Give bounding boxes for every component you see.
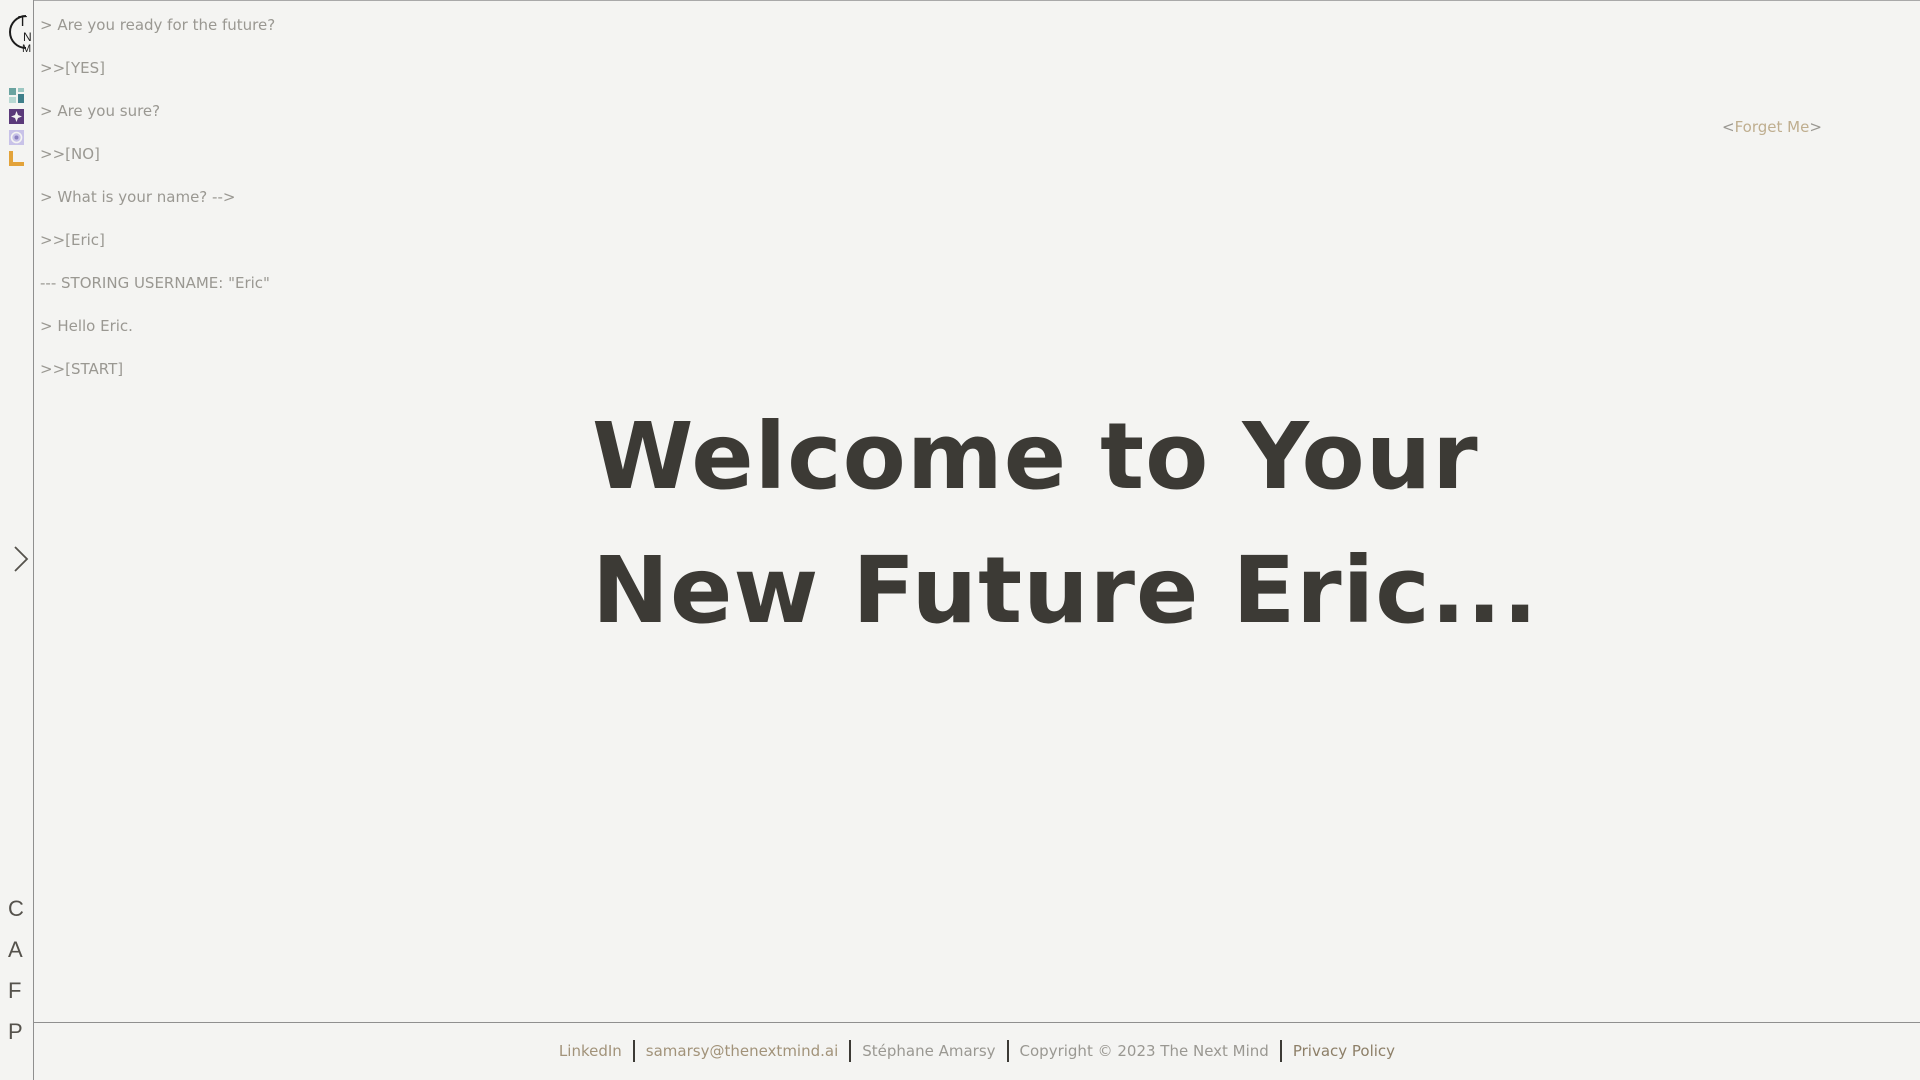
sidebar: T N M C A F P [0,0,34,1080]
footer: LinkedIn samarsy@thenextmind.ai Stéphane… [0,1040,1920,1062]
sparkle-app-icon[interactable] [9,109,24,124]
terminal-log: > Are you ready for the future? >>[YES] … [40,14,275,401]
footer-divider [34,1022,1920,1023]
author-name: Stéphane Amarsy [862,1042,996,1060]
chevron-right-icon[interactable] [12,544,30,574]
side-nav-c[interactable]: C [8,888,24,929]
terminal-line: > What is your name? --> [40,188,236,206]
side-nav-a[interactable]: A [8,929,24,970]
forget-me-open-bracket: < [1722,118,1735,136]
privacy-policy-link[interactable]: Privacy Policy [1282,1040,1406,1062]
forget-me-control: <Forget Me> [1722,118,1822,136]
page: T N M C A F P > Are you ready for the fu… [0,0,1920,1080]
top-divider [34,0,1920,1]
svg-text:M: M [22,43,31,54]
app-icon-list [9,88,24,166]
tnm-logo[interactable]: T N M [4,10,34,54]
hero-line-2: New Future Eric... [592,537,1539,644]
forget-me-close-bracket: > [1809,118,1822,136]
svg-text:T: T [18,13,27,30]
grid-app-icon[interactable] [9,88,24,103]
side-nav-letters: C A F P [8,888,24,1052]
corner-app-icon[interactable] [9,151,24,166]
copyright-text: Copyright © 2023 The Next Mind [1019,1042,1269,1060]
terminal-line: >>[Eric] [40,231,105,249]
email-link[interactable]: samarsy@thenextmind.ai [635,1040,849,1062]
hero-line-1: Welcome to Your [592,403,1479,510]
hero-heading: Welcome to Your New Future Eric... [592,390,1539,658]
terminal-line: --- STORING USERNAME: "Eric" [40,274,270,292]
terminal-line: >>[START] [40,360,124,378]
terminal-line: >>[YES] [40,59,106,77]
terminal-line: >>[NO] [40,145,100,163]
terminal-line: > Hello Eric. [40,317,133,335]
forget-me-link[interactable]: Forget Me [1735,118,1810,136]
orbit-app-icon[interactable] [9,130,24,145]
terminal-line: > Are you ready for the future? [40,16,276,34]
terminal-line: > Are you sure? [40,102,161,120]
side-nav-f[interactable]: F [8,970,24,1011]
svg-text:N: N [23,30,32,44]
linkedin-link[interactable]: LinkedIn [548,1040,633,1062]
